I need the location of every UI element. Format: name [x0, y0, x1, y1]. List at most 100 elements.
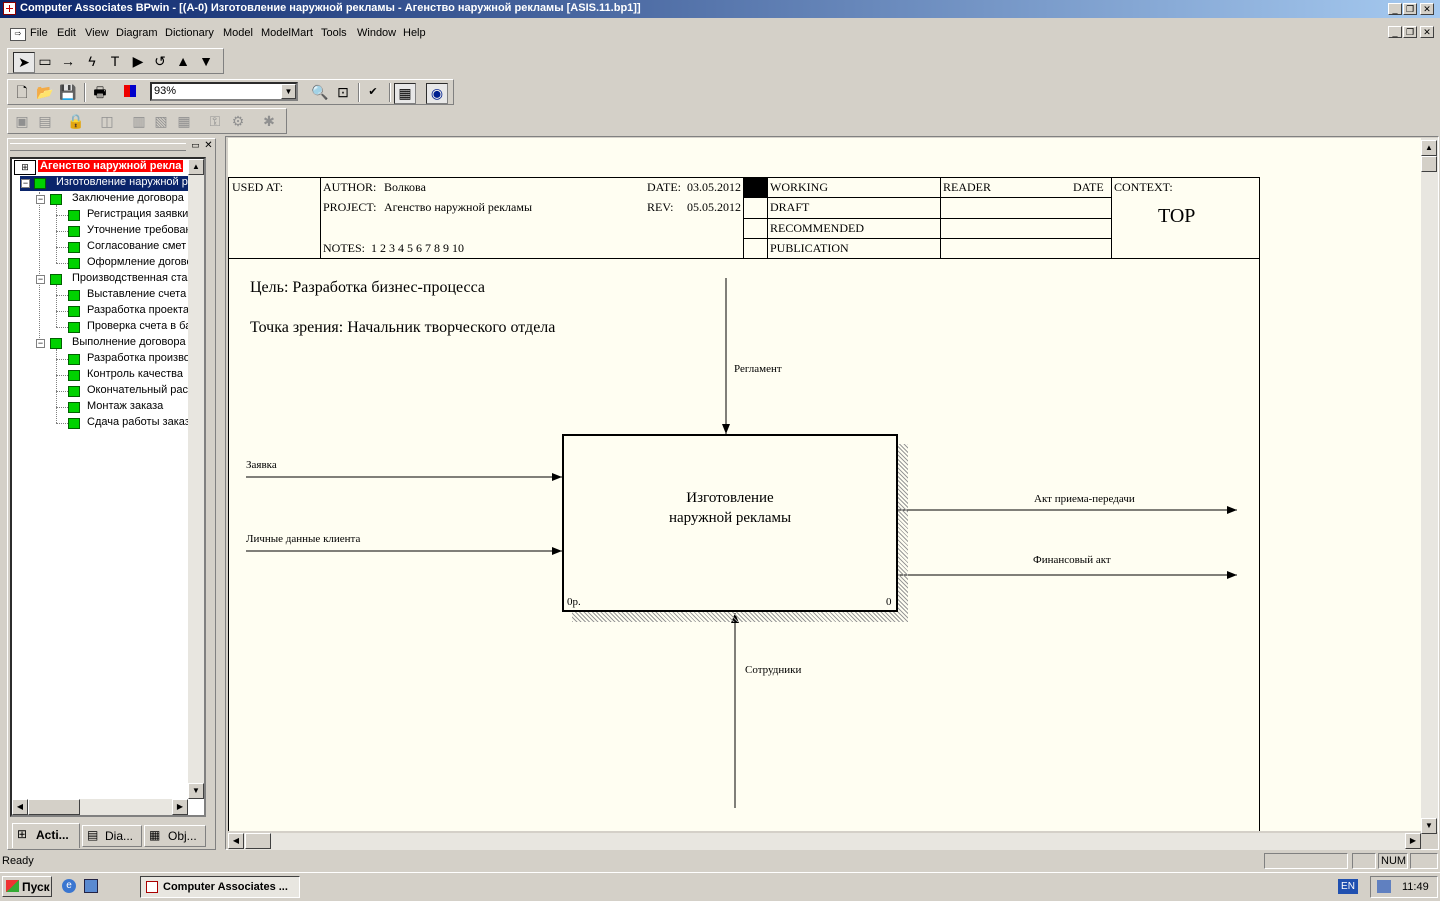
new-file-icon[interactable]: 🗋 — [12, 83, 32, 102]
mm-library-icon[interactable]: ◫ — [97, 112, 117, 131]
squiggle-tool-icon[interactable]: ϟ — [82, 52, 102, 71]
tab-activities[interactable]: ⊞ Acti... — [12, 823, 80, 848]
mm-users-icon[interactable]: ⚙ — [228, 112, 248, 131]
menu-dictionary[interactable]: Dictionary — [165, 27, 214, 39]
maximize-button[interactable]: ❐ — [1403, 3, 1417, 15]
tree-root[interactable]: ⊞ Агенство наружной рекла — [14, 160, 204, 175]
open-folder-icon[interactable]: 📂 — [35, 83, 55, 102]
chevron-down-icon[interactable]: ▼ — [281, 84, 296, 99]
scroll-right-icon[interactable]: ▶ — [1405, 833, 1421, 849]
input-label-1[interactable]: Заявка — [246, 459, 277, 471]
tree-item[interactable]: Окончательный рас — [56, 384, 204, 399]
tree-group[interactable]: − Производственная ста — [36, 272, 204, 287]
zoom-select[interactable]: 93% ▼ — [150, 82, 298, 101]
arrow-tool-icon[interactable]: → — [58, 52, 78, 71]
menu-window[interactable]: Window — [357, 27, 396, 39]
language-indicator[interactable]: EN — [1338, 879, 1358, 894]
mm-save-icon[interactable]: ▧ — [151, 112, 171, 131]
output-label-2[interactable]: Финансовый акт — [1033, 554, 1111, 566]
mm-disconnect-icon[interactable]: ▤ — [35, 112, 55, 131]
activity-tree[interactable]: ⊞ Агенство наружной рекла − Изготовление… — [10, 157, 206, 817]
menu-modelmart[interactable]: ModelMart — [261, 27, 313, 39]
modelmart-icon[interactable]: ◉ — [426, 83, 448, 104]
mechanism-label[interactable]: Сотрудники — [745, 664, 801, 676]
vscroll-thumb[interactable] — [1421, 156, 1437, 172]
tree-group[interactable]: − Выполнение договора — [36, 336, 204, 351]
tree-item[interactable]: Оформление догово — [56, 256, 204, 271]
mm-open-icon[interactable]: ▥ — [129, 112, 149, 131]
tree-item[interactable]: Контроль качества — [56, 368, 204, 383]
menu-tools[interactable]: Tools — [321, 27, 347, 39]
doc-close-button[interactable]: ✕ — [1420, 26, 1434, 38]
menu-model[interactable]: Model — [223, 27, 253, 39]
scroll-down-icon[interactable]: ▼ — [188, 783, 204, 799]
mm-merge-icon[interactable]: ▦ — [174, 112, 194, 131]
menu-view[interactable]: View — [85, 27, 109, 39]
tree-item[interactable]: Согласование смет — [56, 240, 204, 255]
mm-security-icon[interactable]: ⚿ — [205, 112, 225, 131]
taskbar-bpwin-button[interactable]: Computer Associates ... — [140, 876, 300, 898]
scroll-up-icon[interactable]: ▲ — [188, 159, 204, 175]
text-tool-icon[interactable]: T — [105, 52, 125, 71]
tree-item[interactable]: Выставление счета — [56, 288, 204, 303]
scroll-up-icon[interactable]: ▲ — [1421, 140, 1437, 156]
tree-top-activity[interactable]: − Изготовление наружной р — [20, 176, 204, 191]
scroll-left-icon[interactable]: ◀ — [228, 833, 244, 849]
ie-icon[interactable]: e — [62, 879, 76, 893]
close-button[interactable]: ✕ — [1420, 3, 1434, 15]
menu-help[interactable]: Help — [403, 27, 426, 39]
color-palette-icon[interactable] — [120, 83, 140, 102]
panel-restore-icon[interactable]: ▭ — [190, 141, 201, 151]
doc-restore-button[interactable]: ❐ — [1403, 26, 1417, 38]
save-icon[interactable]: 💾 — [58, 83, 78, 102]
zoom-fit-icon[interactable]: ⊡ — [333, 83, 353, 102]
tree-item[interactable]: Сдача работы заказ — [56, 416, 204, 431]
tree-item[interactable]: Разработка произво — [56, 352, 204, 367]
tree-item[interactable]: Монтаж заказа — [56, 400, 204, 415]
panel-close-icon[interactable]: ✕ — [203, 141, 214, 151]
activity-box[interactable]: Изготовление наружной рекламы 0р. 0 — [562, 434, 898, 612]
quicklaunch-icon[interactable] — [84, 879, 98, 893]
canvas-vscrollbar[interactable]: ▲ ▼ — [1421, 138, 1438, 834]
menu-file[interactable]: File — [30, 27, 48, 39]
output-label-1[interactable]: Акт приема-передачи — [1034, 493, 1135, 505]
spell-check-icon[interactable]: ✔ — [363, 83, 383, 102]
tree-item[interactable]: Проверка счета в ба — [56, 320, 204, 335]
tree-item[interactable]: Регистрация заявки — [56, 208, 204, 223]
tree-hscrollbar[interactable]: ◀ ▶ — [12, 799, 188, 815]
go-to-parent-icon[interactable]: ▲ — [173, 52, 193, 71]
tree-item[interactable]: Разработка проекта — [56, 304, 204, 319]
tab-diagrams[interactable]: ▤ Dia... — [82, 825, 142, 847]
start-button[interactable]: Пуск — [2, 876, 52, 897]
mm-connect-icon[interactable]: ▣ — [12, 112, 32, 131]
network-icon[interactable] — [1377, 880, 1391, 893]
hscroll-thumb[interactable] — [245, 833, 271, 849]
collapse-icon[interactable]: − — [36, 195, 45, 204]
menu-diagram[interactable]: Diagram — [116, 27, 158, 39]
scroll-right-icon[interactable]: ▶ — [172, 799, 188, 815]
tree-group[interactable]: − Заключение договора — [36, 192, 204, 207]
mm-options-icon[interactable]: ✱ — [259, 112, 279, 131]
collapse-icon[interactable]: − — [21, 179, 30, 188]
canvas-hscrollbar[interactable]: ◀ ▶ — [228, 833, 1421, 850]
tab-objects[interactable]: ▦ Obj... — [144, 825, 206, 847]
zoom-in-icon[interactable]: 🔍 — [310, 83, 330, 102]
bpwin-app-icon[interactable] — [3, 2, 16, 15]
doc-minimize-button[interactable]: _ — [1388, 26, 1402, 38]
tree-item[interactable]: Уточнение требован — [56, 224, 204, 239]
go-to-sibling-icon[interactable]: ↺ — [150, 52, 170, 71]
box-tool-icon[interactable]: ▭ — [35, 52, 55, 71]
document-icon[interactable]: ⇨ — [10, 28, 26, 41]
pointer-tool-icon[interactable]: ➤ — [13, 52, 35, 73]
control-label[interactable]: Регламент — [734, 363, 782, 375]
diagram-canvas[interactable]: USED AT: AUTHOR: Волкова PROJECT: Агенст… — [228, 138, 1421, 831]
scroll-down-icon[interactable]: ▼ — [1421, 818, 1437, 834]
collapse-icon[interactable]: − — [36, 275, 45, 284]
minimize-button[interactable]: _ — [1388, 3, 1402, 15]
print-icon[interactable]: 🖶 — [90, 83, 110, 102]
panel-grip[interactable] — [10, 143, 186, 151]
input-label-2[interactable]: Личные данные клиента — [246, 533, 360, 545]
go-down-icon[interactable]: ▼ — [196, 52, 216, 71]
tree-vscrollbar[interactable]: ▲ ▼ — [188, 159, 204, 799]
menu-edit[interactable]: Edit — [57, 27, 76, 39]
